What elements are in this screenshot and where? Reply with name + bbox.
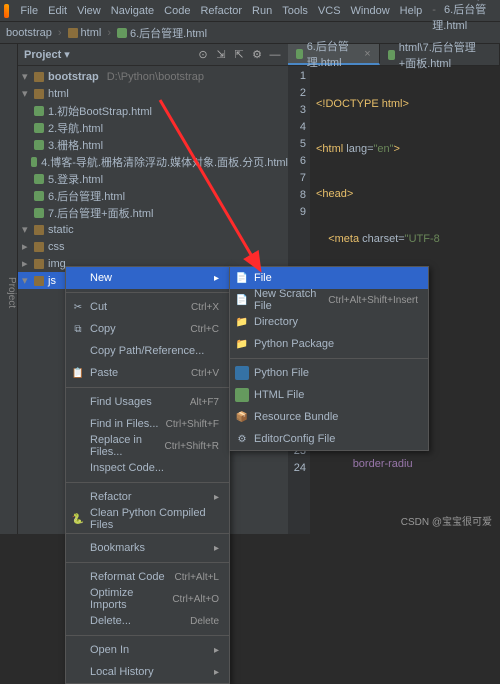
bundle-icon: 📦: [235, 410, 249, 424]
python-icon: [235, 366, 249, 380]
new-editorconfig[interactable]: ⚙EditorConfig File: [230, 428, 428, 450]
folder-icon: [34, 259, 44, 269]
menu-tools[interactable]: Tools: [277, 5, 313, 17]
new-py-pkg[interactable]: 📁Python Package: [230, 333, 428, 355]
collapse-all-icon[interactable]: ⇱: [232, 48, 246, 62]
html-icon: [34, 174, 44, 184]
left-gutter-project[interactable]: Project: [0, 44, 18, 534]
crumb-dir[interactable]: html: [62, 27, 108, 39]
editor-tabs: 6.后台管理.html× html\7.后台管理+面板.html: [288, 44, 500, 66]
expand-all-icon[interactable]: ⇲: [214, 48, 228, 62]
html-icon: [34, 208, 44, 218]
folder-icon: [68, 28, 78, 38]
close-icon[interactable]: ×: [364, 48, 370, 60]
new-py-file[interactable]: Python File: [230, 362, 428, 384]
cut-icon: ✂: [71, 300, 85, 314]
paste-icon: 📋: [71, 366, 85, 380]
ctx-find-usages[interactable]: Find UsagesAlt+F7: [66, 391, 229, 413]
ide-logo-icon: [4, 4, 9, 18]
menu-file[interactable]: File: [15, 5, 43, 17]
new-resource-bundle[interactable]: 📦Resource Bundle: [230, 406, 428, 428]
crumb-root[interactable]: bootstrap: [0, 27, 58, 39]
menu-refactor[interactable]: Refactor: [195, 5, 247, 17]
tab-file-2[interactable]: html\7.后台管理+面板.html: [380, 44, 500, 65]
ctx-replace-in-files[interactable]: Replace in Files...Ctrl+Shift+R: [66, 435, 229, 457]
menu-code[interactable]: Code: [159, 5, 195, 17]
new-scratch[interactable]: 📄New Scratch FileCtrl+Alt+Shift+Insert: [230, 289, 428, 311]
menu-edit[interactable]: Edit: [43, 5, 72, 17]
context-menu: New▸ ✂CutCtrl+X ⧉CopyCtrl+C Copy Path/Re…: [65, 266, 230, 684]
menu-view[interactable]: View: [72, 5, 106, 17]
package-icon: 📁: [235, 337, 249, 351]
menu-help[interactable]: Help: [395, 5, 428, 17]
ctx-find-in-files[interactable]: Find in Files...Ctrl+Shift+F: [66, 413, 229, 435]
html-icon: [34, 140, 44, 150]
html-icon: [34, 123, 44, 133]
main-menu-bar: File Edit View Navigate Code Refactor Ru…: [0, 0, 500, 22]
crumb-file[interactable]: 6.后台管理.html: [111, 25, 213, 41]
ctx-cut[interactable]: ✂CutCtrl+X: [66, 296, 229, 318]
file-icon: 📄: [235, 271, 249, 285]
ctx-inspect[interactable]: Inspect Code...: [66, 457, 229, 479]
folder-icon: [34, 276, 44, 286]
hide-icon[interactable]: —: [268, 48, 282, 62]
gear-icon: ⚙: [235, 432, 249, 446]
ctx-bookmarks[interactable]: Bookmarks▸: [66, 537, 229, 559]
html-icon: [117, 28, 127, 38]
ctx-clean-py[interactable]: 🐍Clean Python Compiled Files: [66, 508, 229, 530]
html-icon: [31, 157, 37, 167]
ctx-new[interactable]: New▸: [66, 267, 229, 289]
ctx-paste[interactable]: 📋PasteCtrl+V: [66, 362, 229, 384]
folder-icon: [34, 242, 44, 252]
project-title: Project: [24, 49, 61, 61]
new-file[interactable]: 📄File: [230, 267, 428, 289]
ctx-reformat[interactable]: Reformat CodeCtrl+Alt+L: [66, 566, 229, 588]
project-header: Project▾ ⊙ ⇲ ⇱ ⚙ —: [18, 44, 288, 66]
folder-icon: [34, 89, 44, 99]
menu-run[interactable]: Run: [247, 5, 277, 17]
ctx-local-history[interactable]: Local History▸: [66, 661, 229, 683]
folder-icon: [34, 72, 44, 82]
menu-navigate[interactable]: Navigate: [106, 5, 159, 17]
menu-window[interactable]: Window: [346, 5, 395, 17]
watermark: CSDN @宝宝很可爱: [401, 513, 492, 528]
new-submenu: 📄File 📄New Scratch FileCtrl+Alt+Shift+In…: [229, 266, 429, 451]
html-icon: [296, 49, 303, 59]
ctx-copy-path[interactable]: Copy Path/Reference...: [66, 340, 229, 362]
select-file-icon[interactable]: ⊙: [196, 48, 210, 62]
html-icon: [34, 191, 44, 201]
scratch-icon: 📄: [235, 293, 249, 307]
python-icon: 🐍: [71, 512, 85, 526]
new-directory[interactable]: 📁Directory: [230, 311, 428, 333]
settings-icon[interactable]: ⚙: [250, 48, 264, 62]
title-project: bootstrap - 6.后台管理.html: [427, 0, 496, 33]
ctx-open-in[interactable]: Open In▸: [66, 639, 229, 661]
menu-vcs[interactable]: VCS: [313, 5, 346, 17]
copy-icon: ⧉: [71, 322, 85, 336]
html-icon: [34, 106, 44, 116]
html-icon: [388, 50, 395, 60]
ctx-copy[interactable]: ⧉CopyCtrl+C: [66, 318, 229, 340]
tab-file-1[interactable]: 6.后台管理.html×: [288, 44, 380, 65]
folder-icon: [34, 225, 44, 235]
html-icon: [235, 388, 249, 402]
ctx-delete[interactable]: Delete...Delete: [66, 610, 229, 632]
ctx-refactor[interactable]: Refactor▸: [66, 486, 229, 508]
new-html-file[interactable]: HTML File: [230, 384, 428, 406]
folder-icon: 📁: [235, 315, 249, 329]
ctx-optimize[interactable]: Optimize ImportsCtrl+Alt+O: [66, 588, 229, 610]
